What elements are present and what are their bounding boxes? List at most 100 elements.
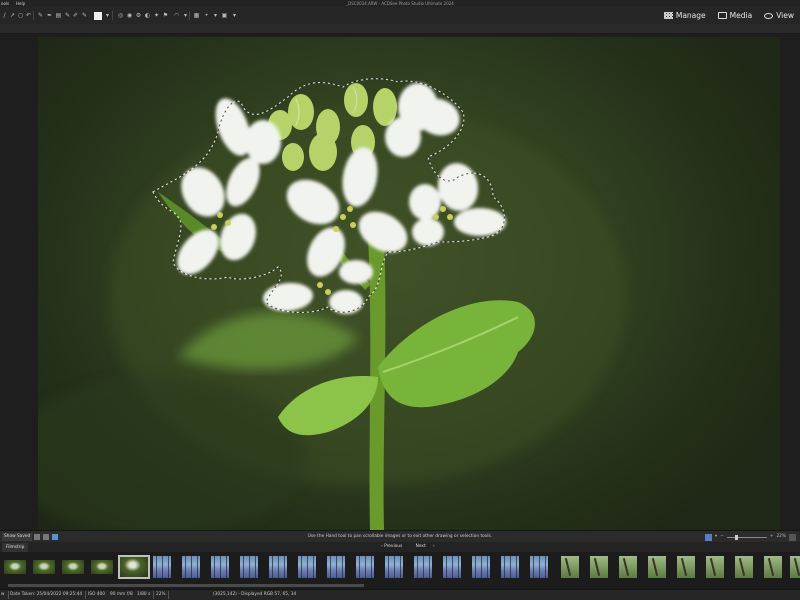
filmstrip-thumbnail[interactable] <box>269 556 287 578</box>
filmstrip-thumbnail[interactable] <box>4 560 26 574</box>
zoom-level: 22% <box>156 592 166 597</box>
color-swatch-icon[interactable] <box>94 12 102 20</box>
toolbar: / ↗ ○ ↶ ✎ ✒ ▤ ✎ ✐ ✎ ▾ ◎ ◉ ⚙ ◐ ✦ ⚑ ◠ ▾ ▦ … <box>0 7 800 24</box>
date-taken: Date Taken: 25/04/2022 09:25:44 <box>10 592 83 597</box>
filmstrip-thumbnail[interactable] <box>385 556 403 578</box>
shutter-speed: 1/80 s <box>137 592 151 597</box>
media-mode-button[interactable]: Media <box>717 11 753 20</box>
filmstrip-thumbnail[interactable] <box>706 556 724 578</box>
filmstrip-thumbnail[interactable] <box>327 556 345 578</box>
filmstrip-nav: ‹ Previous Next › <box>381 542 441 552</box>
chevron-down-icon[interactable]: ▾ <box>104 12 111 19</box>
line-tool-icon[interactable]: / <box>1 12 8 19</box>
settings-icon[interactable]: ⚙ <box>135 12 142 19</box>
manage-mode-button[interactable]: Manage <box>663 11 706 20</box>
pin-icon[interactable]: ✦ <box>153 12 160 19</box>
filmstrip-thumbnail[interactable] <box>33 560 55 574</box>
filmstrip-thumbnail[interactable] <box>735 556 753 578</box>
arrow-tool-icon[interactable]: ↗ <box>9 12 16 19</box>
toolbar-divider <box>112 11 113 20</box>
window-title: _DSC0034.ARW - ACDSee Photo Studio Ultim… <box>346 1 454 6</box>
pen-icon[interactable]: ✒ <box>46 12 53 19</box>
dot-icon[interactable]: • <box>203 12 210 19</box>
zoom-slider-knob[interactable] <box>734 534 738 540</box>
filmstrip-tab[interactable]: Filmstrip <box>2 543 29 552</box>
divider <box>168 591 169 599</box>
scrollbar-thumb[interactable] <box>8 584 364 587</box>
divider <box>8 591 9 599</box>
heal-icon[interactable]: ✎ <box>81 12 88 19</box>
chevron-down-icon[interactable]: ▾ <box>231 12 238 19</box>
undo-icon[interactable]: ↶ <box>25 12 32 19</box>
filmstrip-thumbnail[interactable] <box>648 556 666 578</box>
chevron-down-icon[interactable]: ▾ <box>212 12 219 19</box>
filmstrip-header: Filmstrip ‹ Previous Next › <box>0 542 800 552</box>
filmstrip-thumbnail[interactable] <box>414 556 432 578</box>
filmstrip-thumbnail[interactable] <box>677 556 695 578</box>
flag-icon[interactable]: ⚑ <box>162 12 169 19</box>
eye-tool-icon[interactable]: ◠ <box>173 12 180 19</box>
filmstrip-thumbnail[interactable] <box>91 560 113 574</box>
filmstrip-thumbnail[interactable] <box>619 556 637 578</box>
clone-icon[interactable]: ✎ <box>64 12 71 19</box>
grid-icon <box>663 12 673 19</box>
filmstrip-scrollbar[interactable] <box>0 582 800 589</box>
filmstrip-thumbnail[interactable] <box>530 556 548 578</box>
zoom-controls: ▾ − + 22% <box>705 533 796 541</box>
pixel-readout: (3025,142) - Displayed RGB 57, 65, 34 <box>213 592 297 597</box>
eyedropper-icon[interactable]: ✐ <box>72 12 79 19</box>
gradient-icon[interactable]: ▤ <box>55 12 62 19</box>
next-label: Next <box>415 544 426 549</box>
filmstrip-thumbnail[interactable] <box>764 556 782 578</box>
zoom-slider[interactable] <box>726 534 767 540</box>
menu-bar: ools Help _DSC0034.ARW - ACDSee Photo St… <box>0 0 800 7</box>
filmstrip-thumbnail[interactable] <box>356 556 374 578</box>
zoom-menu-icon[interactable] <box>789 533 796 541</box>
frame-icon[interactable]: ▣ <box>221 12 228 19</box>
filmstrip-thumbnail[interactable] <box>153 556 171 578</box>
flower-photo <box>38 78 628 530</box>
info-bar: w Date Taken: 25/04/2022 09:25:44 ISO 40… <box>0 589 800 600</box>
image-viewer[interactable] <box>0 34 800 530</box>
app-window: ools Help _DSC0034.ARW - ACDSee Photo St… <box>0 0 800 600</box>
photo-canvas[interactable] <box>38 37 780 530</box>
manage-label: Manage <box>675 11 706 20</box>
target-icon[interactable]: ◉ <box>126 12 133 19</box>
filmstrip-thumbnail[interactable] <box>211 556 229 578</box>
secondary-toolbar <box>0 24 800 34</box>
focal-length: 90 mm <box>110 592 126 597</box>
filmstrip-thumbnail[interactable] <box>472 556 490 578</box>
divider <box>85 591 86 599</box>
toolbar-divider <box>33 11 34 20</box>
filmstrip-thumbnail[interactable] <box>501 556 519 578</box>
previous-label: Previous <box>384 544 403 549</box>
filmstrip-thumbnail[interactable] <box>182 556 200 578</box>
brush-icon[interactable]: ✎ <box>37 12 44 19</box>
filmstrip-thumbnail[interactable] <box>62 560 84 574</box>
eye-icon <box>764 12 774 19</box>
filmstrip-thumbnail[interactable] <box>240 556 258 578</box>
view-mode-button[interactable]: View <box>764 11 794 20</box>
media-icon <box>717 12 727 19</box>
filmstrip-thumbnail[interactable] <box>790 556 800 578</box>
fit-icon[interactable] <box>705 533 713 541</box>
filmstrip-thumbnail-selected[interactable] <box>118 555 150 579</box>
filmstrip <box>0 552 800 582</box>
aperture: f/8 <box>127 592 133 597</box>
info-left: w <box>1 592 5 597</box>
filmstrip-thumbnail[interactable] <box>561 556 579 578</box>
grid-icon[interactable]: ▦ <box>193 12 200 19</box>
divider <box>153 591 154 599</box>
filmstrip-thumbnail[interactable] <box>590 556 608 578</box>
adjust-icon[interactable]: ◐ <box>144 12 151 19</box>
chevron-down-icon[interactable]: ▾ <box>182 12 189 19</box>
next-button[interactable]: Next › <box>416 544 435 549</box>
media-label: Media <box>729 11 753 20</box>
zoom-tool-icon[interactable]: ◎ <box>117 12 124 19</box>
lasso-icon[interactable]: ○ <box>17 12 24 19</box>
mode-switcher: Manage Media View <box>663 7 794 24</box>
iso-value: ISO 400 <box>88 592 105 597</box>
previous-button[interactable]: ‹ Previous <box>381 544 408 549</box>
filmstrip-thumbnail[interactable] <box>298 556 316 578</box>
filmstrip-thumbnail[interactable] <box>443 556 461 578</box>
